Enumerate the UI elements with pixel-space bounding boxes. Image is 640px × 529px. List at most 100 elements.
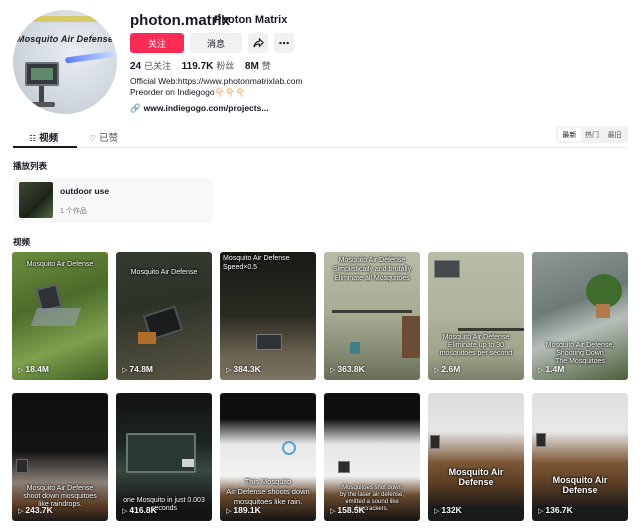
device-graphic	[25, 62, 59, 86]
avatar-decoration	[33, 16, 103, 22]
following-label: 已关注	[144, 61, 172, 71]
view-count: ▷ 2.6M	[434, 364, 461, 374]
video-caption-top: Mosquito Air Defense Simplistically and …	[332, 257, 412, 282]
link-icon: 🔗	[130, 103, 141, 113]
more-options-button[interactable]: ⋯	[274, 33, 294, 53]
followers-count[interactable]: 119.7K	[182, 61, 214, 72]
view-count: ▷ 243.7K	[18, 505, 53, 515]
share-button[interactable]	[248, 33, 268, 53]
rail-graphic	[458, 328, 524, 331]
video-card[interactable]: Mosquito Air Defense shoot down mosquito…	[12, 393, 108, 521]
play-icon: ▷	[226, 508, 232, 515]
hand-graphic	[402, 316, 420, 358]
tab-liked[interactable]: ♡ 已赞	[89, 130, 118, 144]
grid-icon: ☷	[29, 134, 37, 143]
play-icon: ▷	[122, 367, 128, 374]
profile-link-text[interactable]: www.indiegogo.com/projects...	[144, 103, 269, 113]
likes-count: 8M	[244, 61, 259, 72]
message-button[interactable]: 消息	[190, 33, 242, 53]
profile-stats: 24 已关注 119.7K 粉丝 8M 赞	[130, 59, 279, 72]
playlist-card[interactable]: outdoor use 1 个作品	[13, 178, 213, 223]
video-card[interactable]: Mosquito Air Defense, Shooting Down The …	[532, 252, 628, 380]
play-icon: ▷	[18, 508, 24, 515]
videos-heading: 视频	[13, 237, 31, 247]
play-icon: ▷	[434, 367, 440, 374]
playlist-title: outdoor use	[60, 186, 110, 196]
video-card[interactable]: Mosquito Air Defense ▷ 132K	[428, 393, 524, 521]
play-icon: ▷	[330, 508, 336, 515]
video-card[interactable]: Mosquito Air Defense ▷ 18.4M	[12, 252, 108, 380]
video-card[interactable]: one Mosquito in just 0.003 seconds ▷ 416.…	[116, 393, 212, 521]
tab-liked-label: 已赞	[99, 133, 119, 144]
view-count: ▷ 384.3K	[226, 364, 261, 374]
play-icon: ▷	[538, 367, 544, 374]
more-icon: ⋯	[278, 37, 290, 50]
video-caption-bottom: Mosquito Air Defense, Shooting Down The …	[545, 342, 615, 365]
view-count: ▷ 189.1K	[226, 505, 261, 515]
profile-tabs: ☷ 视频 ♡ 已赞	[13, 126, 628, 148]
cup-graphic	[350, 342, 360, 354]
device-graphic	[338, 461, 350, 473]
tab-videos-label: 视频	[39, 133, 59, 144]
video-card[interactable]: Mosquito Air Defense ▷ 136.7K	[532, 393, 628, 521]
nickname: Photon Matrix	[214, 14, 288, 26]
video-caption-bottom: Mosquito Air Defense	[448, 467, 504, 487]
video-caption-top: Mosquito Air Defense Speed×0.5	[223, 255, 290, 271]
bio-line-2: Preorder on Indiegogo👇🏻👇🏻👇🏻	[130, 87, 247, 97]
video-card[interactable]: This Mosquito Air Defense shoots down mo…	[220, 393, 316, 521]
avatar[interactable]: Mosquito Air Defense	[13, 10, 117, 114]
video-caption-top: Mosquito Air Defense	[130, 269, 198, 276]
rail-graphic	[332, 310, 412, 313]
follow-button[interactable]: 关注	[130, 33, 184, 53]
box-graphic	[138, 332, 156, 344]
sort-popular[interactable]: 热门	[581, 128, 604, 141]
button-graphic	[182, 459, 194, 467]
video-caption-bottom: Mosquito Air Defense	[552, 475, 608, 495]
device-screen-graphic	[126, 433, 196, 473]
play-icon: ▷	[226, 367, 232, 374]
view-count: ▷ 74.8M	[122, 364, 154, 374]
video-caption-bottom: Mosquito Air Defense Eliminate up to 30 …	[439, 334, 513, 357]
sort-oldest[interactable]: 最旧	[603, 128, 626, 141]
play-icon: ▷	[434, 508, 440, 515]
video-card[interactable]: Mosquito Air Defense Eliminate up to 30 …	[428, 252, 524, 380]
view-count: ▷ 136.7K	[538, 505, 573, 515]
device-graphic	[16, 459, 28, 473]
active-tab-indicator	[13, 146, 77, 148]
video-card[interactable]: Mosquito Air Defense ▷ 74.8M	[116, 252, 212, 380]
share-icon	[252, 37, 264, 48]
laser-beam-graphic	[64, 50, 117, 64]
sort-latest[interactable]: 最新	[558, 128, 581, 141]
plant-graphic	[586, 274, 622, 308]
bio: Official Web:https://www.photonmatrixlab…	[130, 76, 303, 98]
device-graphic	[536, 433, 546, 447]
view-count: ▷ 1.4M	[538, 364, 565, 374]
video-card[interactable]: Mosquito Air Defense Simplistically and …	[324, 252, 420, 380]
play-icon: ▷	[330, 367, 336, 374]
base-graphic	[29, 102, 55, 107]
video-caption-bottom: This Mosquito Air Defense shoots down mo…	[226, 477, 310, 506]
followers-label: 粉丝	[216, 61, 235, 71]
target-graphic	[282, 441, 296, 455]
view-count: ▷ 363.8K	[330, 364, 365, 374]
base-plate-graphic	[30, 308, 82, 326]
bio-line-1: Official Web:https://www.photonmatrixlab…	[130, 76, 303, 86]
profile-link[interactable]: 🔗 www.indiegogo.com/projects...	[130, 103, 268, 114]
device-graphic	[256, 334, 282, 350]
video-card[interactable]: Mosquito Air Defense Speed×0.5 ▷ 384.3K	[220, 252, 316, 380]
sort-toggle: 最新 热门 最旧	[556, 126, 628, 143]
play-icon: ▷	[538, 508, 544, 515]
playlist-heading: 播放列表	[13, 161, 48, 171]
tab-videos[interactable]: ☷ 视频	[29, 130, 58, 144]
view-count: ▷ 158.5K	[330, 505, 365, 515]
view-count: ▷ 132K	[434, 505, 462, 515]
play-icon: ▷	[122, 508, 128, 515]
view-count: ▷ 416.8K	[122, 505, 157, 515]
device-graphic	[434, 260, 460, 278]
video-card[interactable]: Mosquitoes shot down by the laser air de…	[324, 393, 420, 521]
following-count[interactable]: 24	[130, 61, 141, 72]
likes-label: 赞	[261, 61, 271, 71]
heart-icon: ♡	[89, 134, 97, 143]
avatar-text: Mosquito Air Defense	[16, 34, 114, 44]
playlist-thumbnail	[19, 182, 53, 218]
